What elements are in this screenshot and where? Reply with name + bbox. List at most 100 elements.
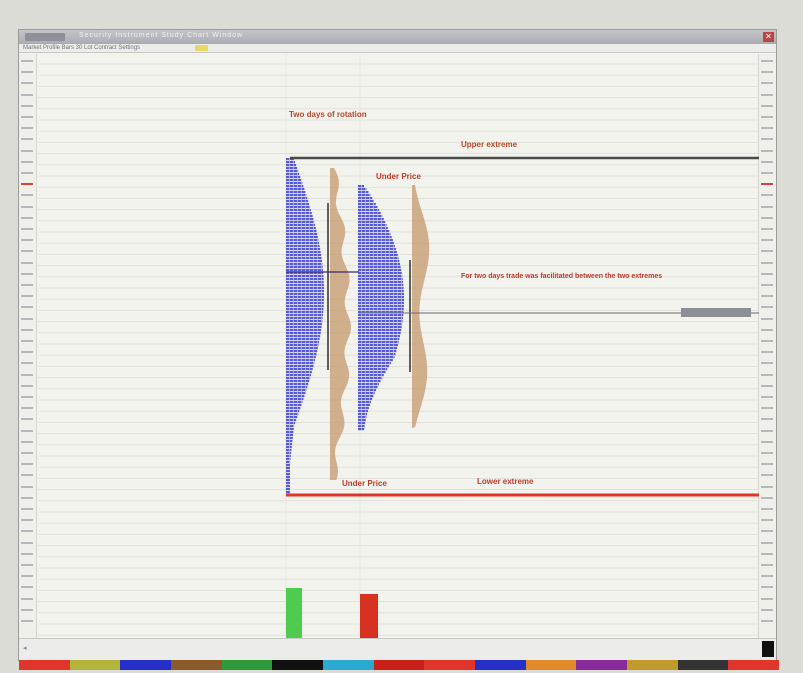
tpo-gap: [365, 287, 366, 290]
tpo-gap: [385, 344, 386, 347]
tpo-gap: [361, 398, 362, 401]
tpo-gap: [365, 251, 366, 254]
tpo-gap: [293, 221, 294, 224]
tpo-gap: [401, 302, 402, 305]
tpo-gap: [397, 278, 398, 281]
day-2-profile[interactable]: [358, 185, 404, 431]
tpo-gap: [381, 296, 382, 299]
tpo-gap: [377, 230, 378, 233]
tpo-gap: [305, 290, 306, 293]
tpo-gap: [389, 317, 390, 320]
tpo-gap: [301, 392, 302, 395]
tpo-gap: [301, 374, 302, 377]
tpo-gap: [289, 401, 290, 404]
tpo-row: [286, 170, 299, 173]
tpo-gap: [381, 284, 382, 287]
tpo-gap: [381, 335, 382, 338]
tpo-gap: [289, 212, 290, 215]
tpo-gap: [301, 395, 302, 398]
tpo-gap: [373, 380, 374, 383]
tpo-gap: [289, 278, 290, 281]
tpo-gap: [305, 281, 306, 284]
tpo-gap: [289, 263, 290, 266]
color-bar-segment: [677, 660, 729, 670]
tpo-gap: [373, 374, 374, 377]
tpo-gap: [309, 332, 310, 335]
tpo-gap: [373, 287, 374, 290]
tpo-gap: [321, 302, 322, 305]
tpo-gap: [369, 194, 370, 197]
tpo-gap: [373, 269, 374, 272]
tpo-gap: [289, 338, 290, 341]
day-1-profile[interactable]: [286, 158, 324, 494]
tpo-row: [358, 236, 392, 239]
tpo-gap: [389, 314, 390, 317]
tpo-gap: [313, 329, 314, 332]
tpo-row: [286, 185, 304, 188]
tpo-gap: [361, 185, 362, 188]
tpo-gap: [301, 266, 302, 269]
tpo-gap: [297, 269, 298, 272]
tpo-gap: [293, 380, 294, 383]
tpo-gap: [377, 335, 378, 338]
tpo-gap: [289, 185, 290, 188]
tpo-gap: [373, 326, 374, 329]
tpo-row: [286, 287, 324, 290]
tpo-gap: [317, 344, 318, 347]
tpo-gap: [373, 329, 374, 332]
tpo-row: [358, 266, 401, 269]
tpo-gap: [301, 245, 302, 248]
tpo-gap: [309, 335, 310, 338]
tpo-gap: [393, 260, 394, 263]
tpo-gap: [381, 293, 382, 296]
tpo-gap: [373, 308, 374, 311]
tpo-gap: [309, 227, 310, 230]
tpo-gap: [365, 206, 366, 209]
tpo-gap: [365, 194, 366, 197]
tpo-gap: [369, 206, 370, 209]
tpo-gap: [393, 296, 394, 299]
tpo-gap: [385, 290, 386, 293]
tpo-gap: [377, 284, 378, 287]
tpo-gap: [317, 311, 318, 314]
tpo-gap: [297, 266, 298, 269]
tpo-gap: [377, 344, 378, 347]
tpo-gap: [389, 233, 390, 236]
tpo-row: [358, 341, 399, 344]
tpo-gap: [289, 266, 290, 269]
color-bar-segment: [69, 660, 121, 670]
tpo-gap: [369, 245, 370, 248]
tpo-gap: [361, 425, 362, 428]
tpo-gap: [361, 218, 362, 221]
tpo-gap: [289, 404, 290, 407]
scroll-left-icon[interactable]: ◂: [23, 644, 27, 652]
tpo-gap: [297, 197, 298, 200]
market-profile-chart[interactable]: [19, 30, 777, 661]
tpo-gap: [313, 230, 314, 233]
tpo-gap: [309, 254, 310, 257]
tpo-gap: [377, 320, 378, 323]
tpo-gap: [361, 227, 362, 230]
tpo-gap: [393, 281, 394, 284]
tpo-gap: [309, 377, 310, 380]
tpo-gap: [317, 305, 318, 308]
tpo-gap: [289, 347, 290, 350]
tpo-gap: [309, 278, 310, 281]
tpo-gap: [369, 257, 370, 260]
tpo-gap: [377, 254, 378, 257]
tpo-gap: [389, 272, 390, 275]
tpo-gap: [373, 230, 374, 233]
horizontal-scrollbar[interactable]: ◂: [19, 638, 776, 660]
tpo-gap: [377, 383, 378, 386]
tpo-gap: [305, 254, 306, 257]
tpo-gap: [293, 164, 294, 167]
scroll-right-button[interactable]: [762, 641, 774, 657]
tpo-gap: [397, 329, 398, 332]
tpo-gap: [369, 377, 370, 380]
tpo-gap: [293, 230, 294, 233]
tpo-gap: [301, 269, 302, 272]
tpo-gap: [297, 230, 298, 233]
tpo-gap: [385, 329, 386, 332]
tpo-gap: [381, 269, 382, 272]
tpo-gap: [381, 326, 382, 329]
